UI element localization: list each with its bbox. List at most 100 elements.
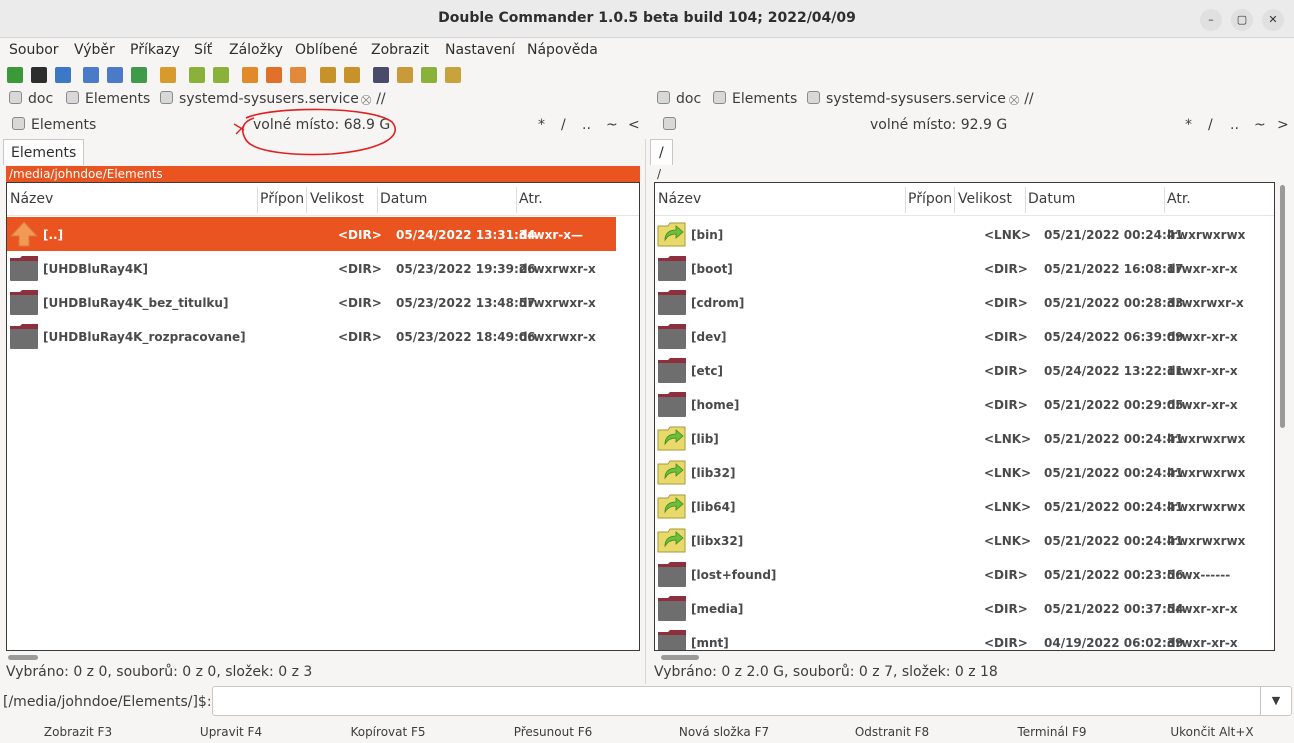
columns-view-icon[interactable] [107,67,123,83]
test-archive-icon[interactable] [290,67,306,83]
drive-doc[interactable]: doc [657,91,701,107]
cmdline-history-dropdown[interactable]: ▼ [1260,686,1292,716]
search-icon[interactable] [320,67,336,83]
terminal-icon[interactable] [31,67,47,83]
file-row[interactable]: [media] <DIR> 05/21/2022 00:37:54 drwxr-xr-… [655,591,1274,625]
fkey-delete[interactable]: Odstranit F8 [817,725,967,739]
col-name[interactable]: Název [10,191,53,207]
col-separator[interactable] [516,187,517,213]
menu-nastaveni[interactable]: Nastavení [445,42,515,58]
col-date[interactable]: Datum [380,191,427,207]
file-row[interactable]: [libx32] <LNK> 05/21/2022 00:24:41 lrwxrwxr… [655,523,1274,557]
col-separator[interactable] [905,187,906,213]
col-attr[interactable]: Atr. [1167,191,1191,207]
menu-zalozky[interactable]: Záložky [229,42,283,58]
current-drive-button[interactable] [663,117,682,133]
fkey-exit[interactable]: Ukončit Alt+X [1137,725,1287,739]
unpack-icon[interactable] [266,67,282,83]
cmdline-input[interactable] [212,686,1261,716]
nav-prev-button[interactable]: < [628,117,640,133]
col-size[interactable]: Velikost [958,191,1012,207]
fkey-move[interactable]: Přesunout F6 [478,725,628,739]
drive-network[interactable]: ⛒ // [1009,91,1034,107]
col-separator[interactable] [257,187,258,213]
pack-icon[interactable] [242,67,258,83]
menu-prikazy[interactable]: Příkazy [130,42,180,58]
file-row[interactable]: [lib32] <LNK> 05/21/2022 00:24:41 lrwxrwxrw… [655,455,1274,489]
file-row[interactable]: [cdrom] <DIR> 05/21/2022 00:28:33 drwxrwxr-… [655,285,1274,319]
nav-root-button[interactable]: * [538,117,545,133]
tab-root[interactable]: / [650,139,673,165]
right-vscrollbar[interactable] [1280,185,1285,428]
file-row[interactable]: [UHDBluRay4K_rozpracovane] <DIR> 05/23/202… [7,319,616,353]
close-button[interactable]: ✕ [1262,9,1284,31]
col-size[interactable]: Velikost [310,191,364,207]
col-separator[interactable] [1164,187,1165,213]
file-row[interactable]: [etc] <DIR> 05/24/2022 13:22:11 drwxr-xr-x [655,353,1274,387]
tab-elements[interactable]: Elements [3,139,85,165]
nav-home-button[interactable]: ~ [1254,117,1266,133]
fkey-mkdir[interactable]: Nová složka F7 [649,725,799,739]
menu-soubor[interactable]: Soubor [9,42,59,58]
brief-view-icon[interactable] [83,67,99,83]
multi-rename-icon[interactable] [344,67,360,83]
menu-zobrazit[interactable]: Zobrazit [371,42,429,58]
file-row[interactable]: [lib64] <LNK> 05/21/2022 00:24:41 lrwxrwxrw… [655,489,1274,523]
nav-next-button[interactable]: > [1277,117,1289,133]
nav-slash-button[interactable]: / [1208,117,1213,133]
col-name[interactable]: Název [658,191,701,207]
list-icon[interactable] [421,67,437,83]
file-row[interactable]: [mnt] <DIR> 04/19/2022 06:02:39 drwxr-xr-x [655,625,1274,650]
nav-up-button[interactable]: .. [582,117,591,133]
fkey-copy[interactable]: Kopírovat F5 [313,725,463,739]
right-path-bar[interactable]: / [654,166,1275,182]
nav-slash-button[interactable]: / [561,117,566,133]
file-row[interactable]: [UHDBluRay4K] <DIR> 05/23/2022 19:39:26 drw… [7,251,616,285]
clipboard-icon[interactable] [445,67,461,83]
col-separator[interactable] [306,187,307,213]
col-ext[interactable]: Přípon [260,191,304,207]
col-attr[interactable]: Atr. [519,191,543,207]
col-date[interactable]: Datum [1028,191,1075,207]
panel-splitter[interactable] [645,139,646,684]
left-hscrollbar[interactable] [8,655,38,660]
col-separator[interactable] [1025,187,1026,213]
file-row[interactable]: [dev] <DIR> 05/24/2022 06:39:09 drwxr-xr-x [655,319,1274,353]
file-row[interactable]: [boot] <DIR> 05/21/2022 16:08:17 drwxr-xr-x [655,251,1274,285]
copy-right-icon[interactable] [213,67,229,83]
compare-icon[interactable] [160,67,176,83]
settings-icon[interactable] [55,67,71,83]
nav-up-button[interactable]: .. [1230,117,1239,133]
file-row[interactable]: [..] <DIR> 05/24/2022 13:31:34 drwxr-x— [7,217,616,251]
right-hscrollbar[interactable] [661,655,699,660]
col-separator[interactable] [377,187,378,213]
drive-elements[interactable]: Elements [713,91,797,107]
fkey-view[interactable]: Zobrazit F3 [3,725,153,739]
drive-systemd[interactable]: systemd-sysusers.service [160,91,359,107]
file-row[interactable]: [bin] <LNK> 05/21/2022 00:24:41 lrwxrwxrwx [655,217,1274,251]
menu-vyber[interactable]: Výběr [74,42,115,58]
drive-network[interactable]: ⛒ // [361,91,386,107]
copy-left-icon[interactable] [189,67,205,83]
drive-doc[interactable]: doc [9,91,53,107]
current-drive-button[interactable]: Elements [12,117,96,133]
file-row[interactable]: [lib] <LNK> 05/21/2022 00:24:41 lrwxrwxrwx [655,421,1274,455]
col-separator[interactable] [954,187,955,213]
file-row[interactable]: [home] <DIR> 05/21/2022 00:29:05 drwxr-xr-x [655,387,1274,421]
file-row[interactable]: [UHDBluRay4K_bez_titulku] <DIR> 05/23/2022… [7,285,616,319]
refresh-icon[interactable] [7,67,23,83]
binoculars-icon[interactable] [373,67,389,83]
nav-home-button[interactable]: ~ [606,117,618,133]
nav-root-button[interactable]: * [1185,117,1192,133]
drive-elements[interactable]: Elements [66,91,150,107]
fkey-terminal[interactable]: Terminál F9 [977,725,1127,739]
maximize-button[interactable]: ▢ [1231,9,1253,31]
col-ext[interactable]: Přípon [908,191,952,207]
minimize-button[interactable]: – [1200,9,1222,31]
menu-oblibene[interactable]: Oblíbené [295,42,358,58]
edit-icon[interactable] [397,67,413,83]
left-path-bar[interactable]: /media/johndoe/Elements [6,166,640,182]
menu-napoveda[interactable]: Nápověda [527,42,598,58]
file-row[interactable]: [lost+found] <DIR> 05/21/2022 00:23:56 drwx… [655,557,1274,591]
fkey-edit[interactable]: Upravit F4 [156,725,306,739]
